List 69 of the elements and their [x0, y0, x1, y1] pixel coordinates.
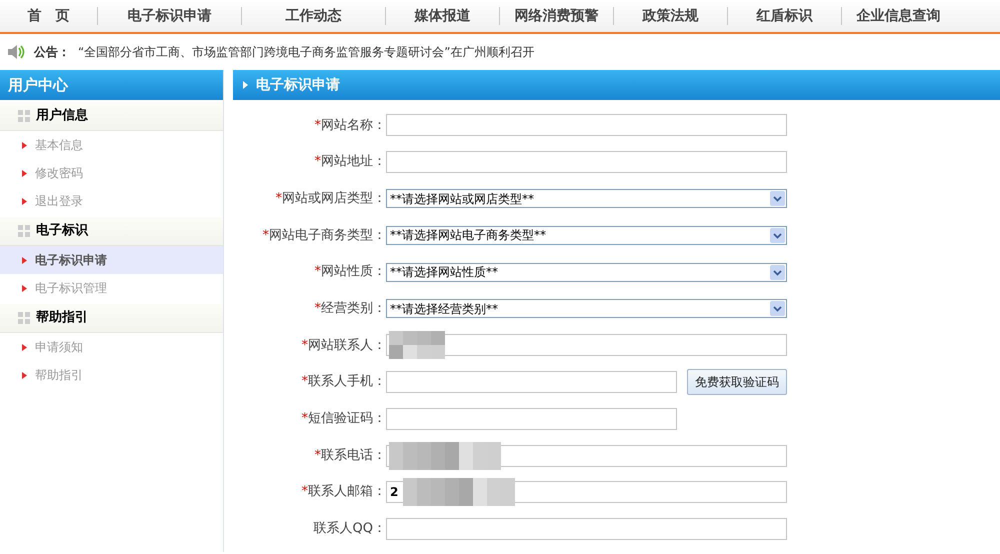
text-field[interactable]	[386, 371, 677, 394]
content-title: 电子标识申请	[256, 76, 340, 94]
chevron-right-icon	[22, 284, 27, 292]
required-asterisk: *	[262, 226, 269, 245]
required-asterisk: *	[302, 336, 308, 355]
sidebar-group-title: 帮助指引	[36, 309, 88, 328]
text-field[interactable]	[386, 518, 787, 540]
required-asterisk: *	[314, 446, 321, 465]
dropdown[interactable]: **请选择网站或网店类型**	[386, 189, 787, 208]
text-field[interactable]: 2	[386, 481, 787, 504]
required-asterisk: *	[276, 190, 282, 208]
chevron-right-icon	[22, 372, 27, 378]
grid-icon	[18, 110, 30, 122]
text-field[interactable]	[386, 334, 787, 356]
chevron-right-icon	[22, 170, 27, 176]
required-asterisk: *	[302, 483, 308, 502]
grid-icon	[18, 225, 30, 237]
nav-link[interactable]: 电子标识申请	[98, 6, 241, 26]
chevron-right-icon	[22, 198, 27, 204]
announcement-label: 公告：	[34, 44, 70, 61]
dropdown[interactable]: **请选择经营类别**	[386, 299, 787, 318]
nav-link[interactable]: 首 页	[0, 6, 97, 26]
nav-link[interactable]: 媒体报道	[386, 6, 499, 26]
nav-link[interactable]: 企业信息查询	[842, 6, 955, 26]
field-label: 经营类别：	[321, 300, 386, 318]
field-label: 网站地址：	[321, 153, 386, 172]
required-asterisk: *	[302, 410, 308, 428]
text-field[interactable]	[386, 408, 677, 430]
field-label: 网站名称：	[321, 116, 386, 135]
required-asterisk: *	[302, 373, 308, 392]
text-field[interactable]	[386, 444, 787, 467]
chevron-right-icon	[22, 256, 27, 264]
field-label: 联系人邮箱：	[308, 483, 386, 502]
chevron-right-icon	[22, 142, 27, 148]
text-field[interactable]	[386, 114, 787, 136]
grid-icon	[18, 312, 30, 324]
required-asterisk: *	[314, 116, 321, 135]
chevron-down-icon	[770, 301, 785, 316]
dropdown[interactable]: **请选择网站电子商务类型**	[386, 226, 787, 245]
chevron-down-icon	[770, 264, 785, 280]
required-asterisk: *	[314, 263, 321, 282]
field-label: 网站联系人：	[308, 336, 386, 355]
field-label: 短信验证码：	[308, 410, 386, 428]
chevron-down-icon	[770, 191, 785, 206]
dropdown[interactable]: **请选择网站性质**	[386, 262, 787, 282]
field-label: 联系电话：	[321, 446, 386, 465]
sidebar-item[interactable]: 电子标识申请	[0, 246, 223, 274]
required-asterisk: *	[314, 153, 321, 172]
redaction-mosaic	[389, 331, 445, 360]
field-label: 网站或网店类型：	[282, 190, 386, 208]
required-asterisk: *	[314, 300, 321, 318]
nav-link[interactable]: 工作动态	[242, 6, 385, 26]
speaker-icon	[6, 43, 26, 61]
caret-right-icon	[243, 81, 248, 89]
nav-link[interactable]: 网络消费预警	[500, 6, 613, 26]
sidebar-group-title: 用户信息	[36, 106, 88, 126]
chevron-down-icon	[770, 228, 785, 243]
nav-link[interactable]: 政策法规	[614, 6, 727, 26]
nav-link[interactable]: 红盾标识	[728, 6, 841, 26]
text-field[interactable]	[386, 151, 787, 174]
field-label: 联系人QQ：	[314, 520, 386, 538]
get-code-button[interactable]: 免费获取验证码	[687, 369, 787, 396]
field-label: 网站电子商务类型：	[269, 226, 386, 245]
announcement-text[interactable]: “全国部分省市工商、市场监管部门跨境电子商务监管服务专题研讨会”在广州顺利召开	[78, 43, 534, 61]
field-label: 联系人手机：	[308, 373, 386, 392]
chevron-right-icon	[22, 344, 27, 350]
sidebar-group-title: 电子标识	[36, 222, 88, 240]
field-label: 网站性质：	[321, 263, 386, 282]
sidebar-header: 用户中心	[0, 70, 223, 100]
